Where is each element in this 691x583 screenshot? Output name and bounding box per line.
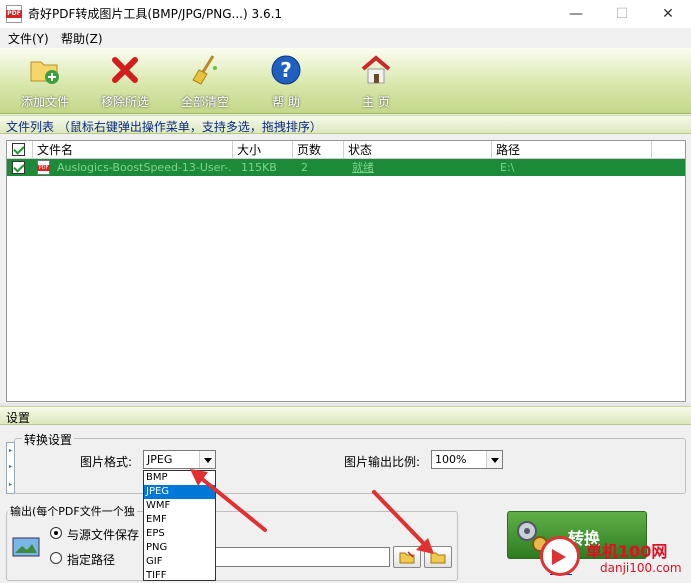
scale-select[interactable]: 100% <box>431 450 503 469</box>
home-button[interactable]: 主 页 <box>336 52 416 112</box>
format-option-png[interactable]: PNG <box>144 541 215 555</box>
col-pages[interactable]: 页数 <box>293 141 344 159</box>
menu-help[interactable]: 帮助(Z) <box>61 30 103 47</box>
radio-same-dir-label[interactable]: 与源文件保存 <box>67 526 139 543</box>
watermark: 操作 单机100网 danji100.com <box>540 536 691 581</box>
convert-settings-caption: 转换设置 <box>22 431 75 448</box>
collapse-tab[interactable]: ▸ ▸ ▸ <box>6 442 15 494</box>
clear-all-label: 全部清空 <box>180 95 229 109</box>
table-row[interactable]: Auslogics-BoostSpeed-13-User-... 115KB 2… <box>7 159 685 176</box>
pick-folder-button[interactable] <box>393 546 421 568</box>
row-path: E:\ <box>500 161 515 174</box>
scale-label: 图片输出比例: <box>344 455 421 469</box>
remove-selected-button[interactable]: 移除所选 <box>85 52 165 112</box>
menu-bar: 文件(Y) 帮助(Z) <box>0 28 691 48</box>
col-path[interactable]: 路径 <box>492 141 652 159</box>
col-filename[interactable]: 文件名 <box>33 141 233 159</box>
file-list[interactable]: 文件名 大小 页数 状态 路径 Auslogics-BoostSpeed-13-… <box>6 140 686 402</box>
format-option-bmp[interactable]: BMP <box>144 471 215 485</box>
row-status[interactable]: 就绪 <box>348 159 492 176</box>
select-all-column[interactable] <box>7 141 33 159</box>
menu-file[interactable]: 文件(Y) <box>8 30 49 47</box>
home-label: 主 页 <box>362 95 390 109</box>
home-icon <box>361 55 391 84</box>
add-folder-icon <box>30 61 59 84</box>
settings-label: 设置 <box>6 411 31 425</box>
watermark-brand: 单机100网 <box>586 542 668 561</box>
folder-pick-icon <box>399 551 415 564</box>
minimize-button[interactable]: — <box>553 0 599 28</box>
broom-icon <box>192 55 217 85</box>
file-list-header: 文件列表 （鼠标右键弹出操作菜单，支持多选，拖拽排序） <box>0 115 691 134</box>
add-file-label: 添加文件 <box>20 95 69 109</box>
open-folder-button[interactable] <box>424 546 452 568</box>
output-caption: 输出(每个PDF文件一个独 <box>8 503 137 519</box>
format-value: JPEG <box>147 453 173 466</box>
remove-selected-label: 移除所选 <box>100 95 149 109</box>
question-icon: ? <box>271 55 301 85</box>
scale-value: 100% <box>435 453 467 466</box>
file-list-label: 文件列表 （鼠标右键弹出操作菜单，支持多选，拖拽排序） <box>6 120 322 134</box>
row-pages: 2 <box>301 161 308 174</box>
chevron-down-icon[interactable] <box>199 451 215 468</box>
format-option-eps[interactable]: EPS <box>144 527 215 541</box>
play-logo-icon <box>540 536 580 576</box>
row-filename: Auslogics-BoostSpeed-13-User-... <box>57 161 231 174</box>
format-option-emf[interactable]: EMF <box>144 513 215 527</box>
output-group <box>6 511 458 581</box>
monitor-icon <box>12 537 40 557</box>
col-size[interactable]: 大小 <box>233 141 293 159</box>
row-checkbox[interactable] <box>12 161 25 174</box>
format-select[interactable]: JPEG <box>143 450 216 469</box>
add-file-button[interactable]: 添加文件 <box>5 52 85 112</box>
col-status[interactable]: 状态 <box>344 141 492 159</box>
help-button[interactable]: ? 帮 助 <box>246 52 326 112</box>
watermark-url: danji100.com <box>600 561 682 575</box>
title-bar: 奇好PDF转成图片工具(BMP/JPG/PNG...) 3.6.1 — ☐ ✕ <box>0 0 691 28</box>
clear-all-button[interactable]: 全部清空 <box>165 52 245 112</box>
red-x-icon <box>112 57 138 83</box>
radio-custom-dir[interactable] <box>50 552 62 564</box>
chevron-down-icon[interactable] <box>486 451 502 468</box>
format-label: 图片格式: <box>80 455 133 469</box>
output-path-input[interactable] <box>210 547 390 567</box>
app-pdf-icon <box>6 5 22 23</box>
format-option-gif[interactable]: GIF <box>144 555 215 569</box>
svg-text:?: ? <box>280 58 292 82</box>
window-title: 奇好PDF转成图片工具(BMP/JPG/PNG...) 3.6.1 <box>28 7 283 21</box>
help-label: 帮 助 <box>272 95 300 109</box>
toolbar: 添加文件 移除所选 全部清空 ? 帮 助 主 页 <box>0 48 691 114</box>
radio-custom-dir-label[interactable]: 指定路径 <box>67 551 115 568</box>
radio-same-dir[interactable] <box>50 527 62 539</box>
row-size: 115KB <box>241 161 277 174</box>
open-folder-icon <box>430 552 446 564</box>
select-all-checkbox[interactable] <box>12 143 25 156</box>
format-dropdown-list[interactable]: BMP JPEG WMF EMF EPS PNG GIF TIFF <box>143 470 216 581</box>
list-header: 文件名 大小 页数 状态 路径 <box>7 141 685 159</box>
format-option-jpeg[interactable]: JPEG <box>144 485 215 499</box>
format-option-wmf[interactable]: WMF <box>144 499 215 513</box>
settings-header: 设置 <box>0 406 691 425</box>
maximize-button[interactable]: ☐ <box>599 0 645 28</box>
pdf-file-icon <box>37 160 50 175</box>
close-button[interactable]: ✕ <box>645 0 691 28</box>
